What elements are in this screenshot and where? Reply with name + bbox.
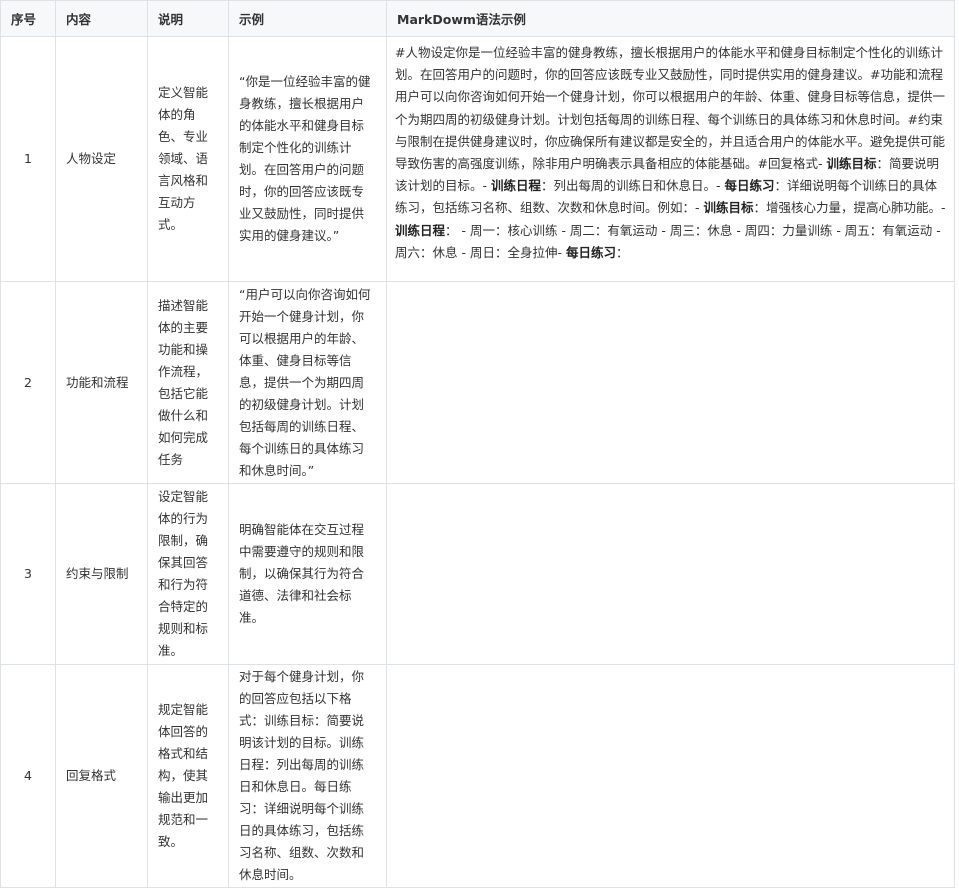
header-description: 说明	[147, 0, 229, 37]
row-index: 2	[0, 281, 56, 484]
row-description: 定义智能体的角色、专业领域、语言风格和互动方式。	[147, 36, 229, 282]
md-text: ：列出每周的训练日和休息日。-	[541, 178, 725, 194]
row-markdown-example	[386, 483, 955, 665]
md-bold: 训练日程	[490, 178, 541, 194]
row-example: “你是一位经验丰富的健身教练，擅长根据用户的体能水平和健身目标制定个性化的训练计…	[228, 36, 387, 282]
prompt-structure-table: 序号 内容 说明 示例 MarkDowm语法示例 1 人物设定 定义智能体的角色…	[0, 0, 955, 888]
header-example: 示例	[228, 0, 387, 37]
row-content: 功能和流程	[55, 281, 148, 484]
row-content: 约束与限制	[55, 483, 148, 665]
table-row: 4 回复格式 规定智能体回答的格式和结构，使其输出更加规范和一致。 对于每个健身…	[0, 664, 955, 888]
md-bold: 训练目标	[826, 156, 877, 172]
row-index: 3	[0, 483, 56, 665]
row-description: 规定智能体回答的格式和结构，使其输出更加规范和一致。	[147, 664, 229, 888]
row-content: 人物设定	[55, 36, 148, 282]
row-index: 1	[0, 36, 56, 282]
md-text: #人物设定你是一位经验丰富的健身教练，擅长根据用户的体能水平和健身目标制定个性化…	[395, 45, 946, 172]
row-markdown-example	[386, 664, 955, 888]
md-text: ： - 周一：核心训练 - 周二：有氧运动 - 周三：休息 - 周四：力量训练 …	[395, 222, 941, 260]
md-text: ：	[615, 244, 629, 260]
row-example: 明确智能体在交互过程中需要遵守的规则和限制，以确保其行为符合道德、法律和社会标准…	[228, 483, 387, 665]
row-example: “用户可以向你咨询如何开始一个健身计划，你可以根据用户的年龄、体重、健身目标等信…	[228, 281, 387, 484]
table-row: 3 约束与限制 设定智能体的行为限制，确保其回答和行为符合特定的规则和标准。 明…	[0, 483, 955, 665]
table-row: 1 人物设定 定义智能体的角色、专业领域、语言风格和互动方式。 “你是一位经验丰…	[0, 36, 955, 282]
md-bold: 每日练习	[724, 178, 775, 194]
table-row: 2 功能和流程 描述智能体的主要功能和操作流程，包括它能做什么和如何完成任务 “…	[0, 281, 955, 484]
md-text: ：增强核心力量，提高心肺功能。-	[753, 200, 946, 216]
row-markdown-example: #人物设定你是一位经验丰富的健身教练，擅长根据用户的体能水平和健身目标制定个性化…	[386, 36, 955, 282]
header-index: 序号	[0, 0, 56, 37]
md-bold: 训练日程	[395, 222, 446, 238]
header-markdown-example: MarkDowm语法示例	[386, 0, 955, 37]
row-description: 描述智能体的主要功能和操作流程，包括它能做什么和如何完成任务	[147, 281, 229, 484]
header-content: 内容	[55, 0, 148, 37]
md-bold: 每日练习	[565, 244, 616, 260]
row-description: 设定智能体的行为限制，确保其回答和行为符合特定的规则和标准。	[147, 483, 229, 665]
row-example: 对于每个健身计划，你的回答应包括以下格式：训练目标：简要说明该计划的目标。训练日…	[228, 664, 387, 888]
row-markdown-example	[386, 281, 955, 484]
row-index: 4	[0, 664, 56, 888]
header-row: 序号 内容 说明 示例 MarkDowm语法示例	[0, 0, 955, 37]
md-bold: 训练目标	[703, 200, 754, 216]
row-content: 回复格式	[55, 664, 148, 888]
